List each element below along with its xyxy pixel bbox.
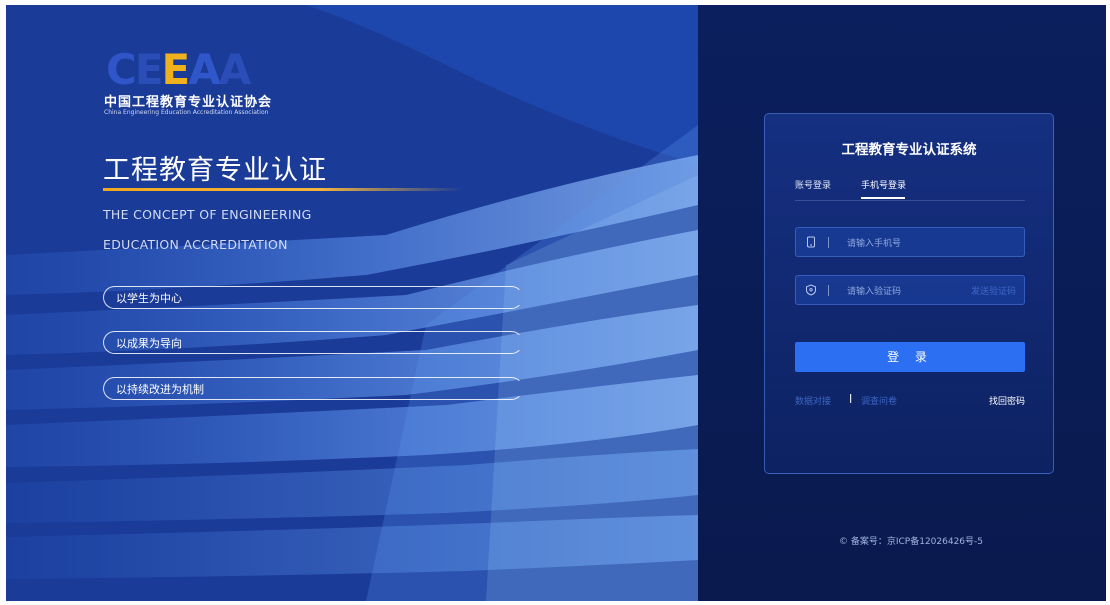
phone-input[interactable]: 请输入手机号 [795,227,1025,257]
survey-link[interactable]: 调查问卷 [861,394,897,407]
data-integration-link[interactable]: 数据对接 [795,394,831,407]
logo-chinese-name: 中国工程教育专业认证协会 [104,95,273,110]
field-separator [828,237,829,248]
gold-divider [103,188,463,191]
logo-english-name: China Engineering Education Accreditatio… [104,109,269,116]
link-separator: | [849,394,853,404]
hero-title: 工程教育专业认证 [103,155,327,186]
login-button[interactable]: 登 录 [795,342,1025,372]
verification-code-input[interactable]: 请输入验证码 发送验证码 [795,275,1025,305]
login-links: 数据对接 | 调查问卷 找回密码 [795,394,1025,408]
shield-icon [806,284,816,296]
principle-pill: 以成果为导向 [103,331,523,354]
icp-record: © 备案号：京ICP备12026426号-5 [839,537,984,547]
logo-mark: CEEAA [106,45,251,94]
field-separator [828,285,829,296]
code-placeholder: 请输入验证码 [847,287,902,297]
hero-subtitle-line1: THE CONCEPT OF ENGINEERING [103,207,312,222]
forgot-password-link[interactable]: 找回密码 [989,394,1025,407]
hero-subtitle-line2: EDUCATION ACCREDITATION [103,237,288,252]
login-card: 工程教育专业认证系统 账号登录 手机号登录 请输入手机号 请输入验证码 发送验证… [764,113,1054,474]
login-card-title: 工程教育专业认证系统 [841,142,977,158]
principle-label: 以持续改进为机制 [116,383,204,396]
tab-account-login[interactable]: 账号登录 [795,178,831,191]
principle-label: 以学生为中心 [116,292,182,305]
hero-panel: CEEAA 中国工程教育专业认证协会 China Engineering Edu… [6,5,698,601]
active-tab-underline [861,197,905,199]
phone-icon [807,236,815,248]
tab-phone-login[interactable]: 手机号登录 [861,178,906,191]
ceeaa-logo: CEEAA 中国工程教育专业认证协会 China Engineering Edu… [102,45,292,125]
send-code-button[interactable]: 发送验证码 [971,284,1016,297]
login-tabs: 账号登录 手机号登录 [795,178,1025,201]
phone-placeholder: 请输入手机号 [847,239,902,249]
principle-pill: 以持续改进为机制 [103,377,523,400]
principle-label: 以成果为导向 [116,337,182,350]
principle-pill: 以学生为中心 [103,286,523,309]
